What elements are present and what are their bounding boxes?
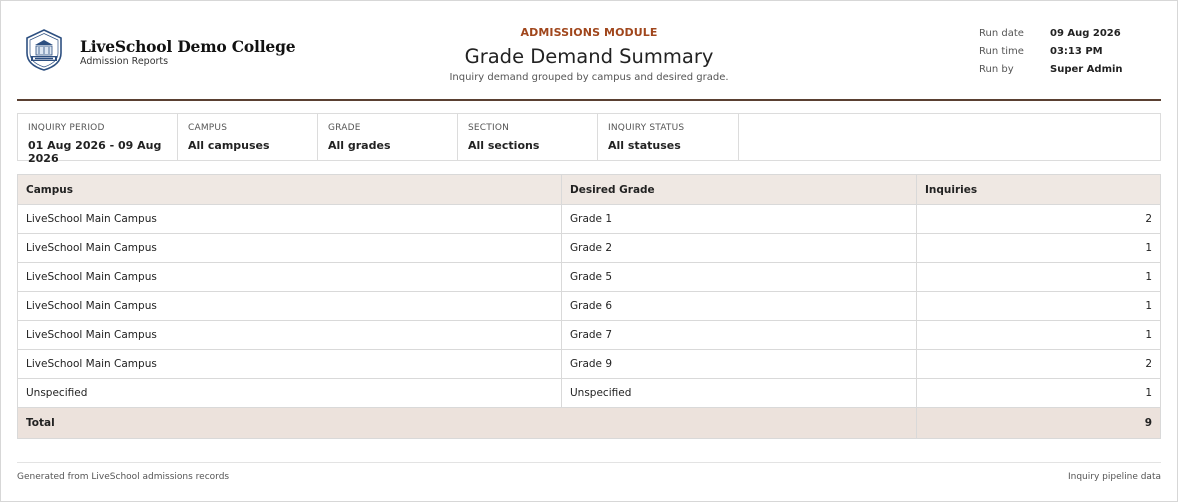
- total-value: 9: [916, 407, 1161, 439]
- inquiries-cell: 1: [916, 262, 1161, 292]
- meta-label: Run date: [979, 28, 1024, 39]
- run-date-row: Run date 09 Aug 2026: [979, 28, 1123, 46]
- filter-label: INQUIRY PERIOD: [28, 123, 105, 133]
- table-row: LiveSchool Main Campus Grade 2 1: [17, 233, 1161, 263]
- table-row: LiveSchool Main Campus Grade 1 2: [17, 204, 1161, 234]
- meta-label: Run time: [979, 46, 1024, 57]
- footer-divider: [17, 462, 1161, 463]
- meta-label: Run by: [979, 64, 1014, 75]
- run-meta: Run date 09 Aug 2026 Run time 03:13 PM Run…: [979, 28, 1123, 82]
- grade-cell: Grade 2: [561, 233, 917, 263]
- total-label: Total: [17, 407, 917, 439]
- campus-cell: LiveSchool Main Campus: [17, 291, 562, 321]
- inquiries-cell: 1: [916, 291, 1161, 321]
- footer-source-note: Generated from LiveSchool admissions rec…: [17, 472, 230, 482]
- filter-label: GRADE: [328, 123, 361, 133]
- table-row: LiveSchool Main Campus Grade 7 1: [17, 320, 1161, 350]
- filter-value: All grades: [328, 139, 391, 152]
- campus-cell: LiveSchool Main Campus: [17, 204, 562, 234]
- grade-demand-table: Campus Desired Grade Inquiries LiveSchoo…: [17, 174, 1161, 439]
- grade-cell: Grade 1: [561, 204, 917, 234]
- table-row: LiveSchool Main Campus Grade 5 1: [17, 262, 1161, 292]
- filter-inquiry-status: INQUIRY STATUS All statuses: [598, 114, 739, 160]
- run-by-row: Run by Super Admin: [979, 64, 1123, 82]
- run-time-row: Run time 03:13 PM: [979, 46, 1123, 64]
- campus-cell: LiveSchool Main Campus: [17, 320, 562, 350]
- campus-cell: LiveSchool Main Campus: [17, 233, 562, 263]
- filter-label: CAMPUS: [188, 123, 228, 133]
- table-row: Unspecified Unspecified 1: [17, 378, 1161, 408]
- column-header-campus: Campus: [17, 174, 562, 205]
- filter-section: SECTION All sections: [458, 114, 598, 160]
- total-row: Total 9: [17, 407, 1161, 439]
- inquiries-cell: 1: [916, 233, 1161, 263]
- meta-value: 03:13 PM: [1050, 46, 1103, 57]
- grade-cell: Unspecified: [561, 378, 917, 408]
- inquiries-cell: 1: [916, 320, 1161, 350]
- filter-label: INQUIRY STATUS: [608, 123, 685, 133]
- grade-cell: Grade 9: [561, 349, 917, 379]
- campus-cell: LiveSchool Main Campus: [17, 262, 562, 292]
- footer-data-note: Inquiry pipeline data: [1067, 472, 1161, 482]
- report-header: LiveSchool Demo College Admission Report…: [17, 1, 1161, 101]
- grade-cell: Grade 6: [561, 291, 917, 321]
- filter-value: All sections: [468, 139, 540, 152]
- campus-cell: LiveSchool Main Campus: [17, 349, 562, 379]
- campus-cell: Unspecified: [17, 378, 562, 408]
- filter-inquiry-period: INQUIRY PERIOD 01 Aug 2026 - 09 Aug 2026: [18, 114, 178, 165]
- meta-value: 09 Aug 2026: [1050, 28, 1121, 39]
- table-header-row: Campus Desired Grade Inquiries: [17, 174, 1161, 205]
- inquiries-cell: 2: [916, 204, 1161, 234]
- filter-campus: CAMPUS All campuses: [178, 114, 318, 160]
- meta-value: Super Admin: [1050, 64, 1123, 75]
- filter-value: 01 Aug 2026 - 09 Aug 2026: [28, 139, 162, 165]
- grade-cell: Grade 7: [561, 320, 917, 350]
- column-header-inquiries: Inquiries: [916, 174, 1161, 205]
- filter-grade: GRADE All grades: [318, 114, 458, 160]
- grade-cell: Grade 5: [561, 262, 917, 292]
- table-row: LiveSchool Main Campus Grade 9 2: [17, 349, 1161, 379]
- report-page: LiveSchool Demo College Admission Report…: [0, 0, 1178, 502]
- filter-summary: INQUIRY PERIOD 01 Aug 2026 - 09 Aug 2026…: [17, 113, 1161, 165]
- table-row: LiveSchool Main Campus Grade 6 1: [17, 291, 1161, 321]
- inquiries-cell: 2: [916, 349, 1161, 379]
- filter-value: All campuses: [188, 139, 270, 152]
- column-header-desired-grade: Desired Grade: [561, 174, 917, 205]
- filter-label: SECTION: [468, 123, 510, 133]
- filter-value: All statuses: [608, 139, 681, 152]
- inquiries-cell: 1: [916, 378, 1161, 408]
